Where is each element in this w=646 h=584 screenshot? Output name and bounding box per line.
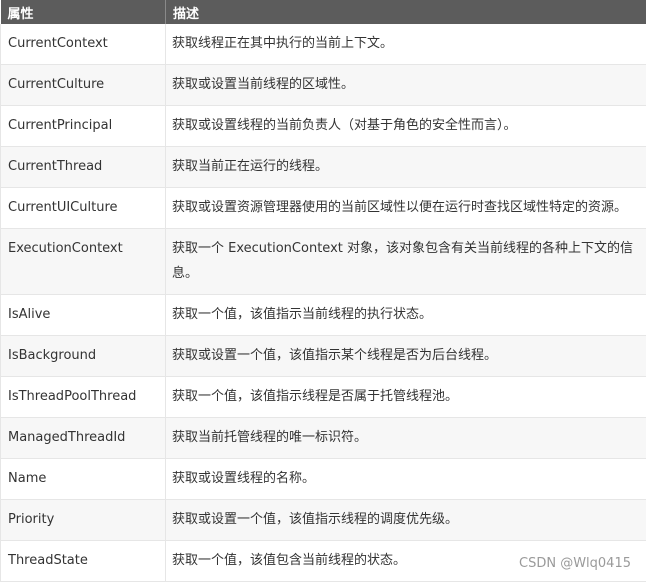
table-row: ExecutionContext 获取一个 ExecutionContext 对… [0,228,646,295]
property-name: CurrentPrincipal [0,105,166,147]
property-name: CurrentContext [0,24,166,65]
property-description: 获取或设置一个值，该值指示线程的调度优先级。 [165,499,646,541]
table-header: 属性 描述 [0,0,646,24]
property-name: ThreadState [0,540,166,582]
property-description: 获取或设置线程的当前负责人（对基于角色的安全性而言）。 [165,105,646,147]
property-description: 获取当前正在运行的线程。 [165,146,646,188]
table-row: IsThreadPoolThread 获取一个值，该值指示线程是否属于托管线程池… [0,376,646,418]
table-row: IsAlive 获取一个值，该值指示当前线程的执行状态。 [0,294,646,336]
header-property: 属性 [0,0,166,24]
table-row: CurrentCulture 获取或设置当前线程的区域性。 [0,64,646,106]
property-description: 获取或设置当前线程的区域性。 [165,64,646,106]
table-row: IsBackground 获取或设置一个值，该值指示某个线程是否为后台线程。 [0,335,646,377]
csdn-watermark: CSDN @Wlq0415 [519,556,631,571]
property-description: 获取一个值，该值指示线程是否属于托管线程池。 [165,376,646,418]
property-name: CurrentCulture [0,64,166,106]
table-row: CurrentContext 获取线程正在其中执行的当前上下文。 [0,24,646,65]
property-name: Priority [0,499,166,541]
property-description: 获取或设置资源管理器使用的当前区域性以便在运行时查找区域性特定的资源。 [165,187,646,229]
property-description: 获取一个 ExecutionContext 对象，该对象包含有关当前线程的各种上… [165,228,646,295]
table-row: CurrentThread 获取当前正在运行的线程。 [0,146,646,188]
table-row: CurrentPrincipal 获取或设置线程的当前负责人（对基于角色的安全性… [0,105,646,147]
property-name: ManagedThreadId [0,417,166,459]
property-name: ExecutionContext [0,228,166,295]
property-description: 获取线程正在其中执行的当前上下文。 [165,24,646,65]
property-name: Name [0,458,166,500]
property-name: IsBackground [0,335,166,377]
property-description: 获取或设置一个值，该值指示某个线程是否为后台线程。 [165,335,646,377]
property-name: CurrentUICulture [0,187,166,229]
header-row: 属性 描述 [0,0,646,24]
property-name: CurrentThread [0,146,166,188]
thread-properties-table: 属性 描述 CurrentContext 获取线程正在其中执行的当前上下文。 C… [0,0,646,582]
header-description: 描述 [165,0,646,24]
table-row: CurrentUICulture 获取或设置资源管理器使用的当前区域性以便在运行… [0,187,646,229]
table-row: ManagedThreadId 获取当前托管线程的唯一标识符。 [0,417,646,459]
property-name: IsAlive [0,294,166,336]
table-row: Priority 获取或设置一个值，该值指示线程的调度优先级。 [0,499,646,541]
property-description: 获取一个值，该值指示当前线程的执行状态。 [165,294,646,336]
property-description: 获取当前托管线程的唯一标识符。 [165,417,646,459]
table-body: CurrentContext 获取线程正在其中执行的当前上下文。 Current… [0,24,646,582]
property-description: 获取或设置线程的名称。 [165,458,646,500]
property-name: IsThreadPoolThread [0,376,166,418]
table-row: Name 获取或设置线程的名称。 [0,458,646,500]
